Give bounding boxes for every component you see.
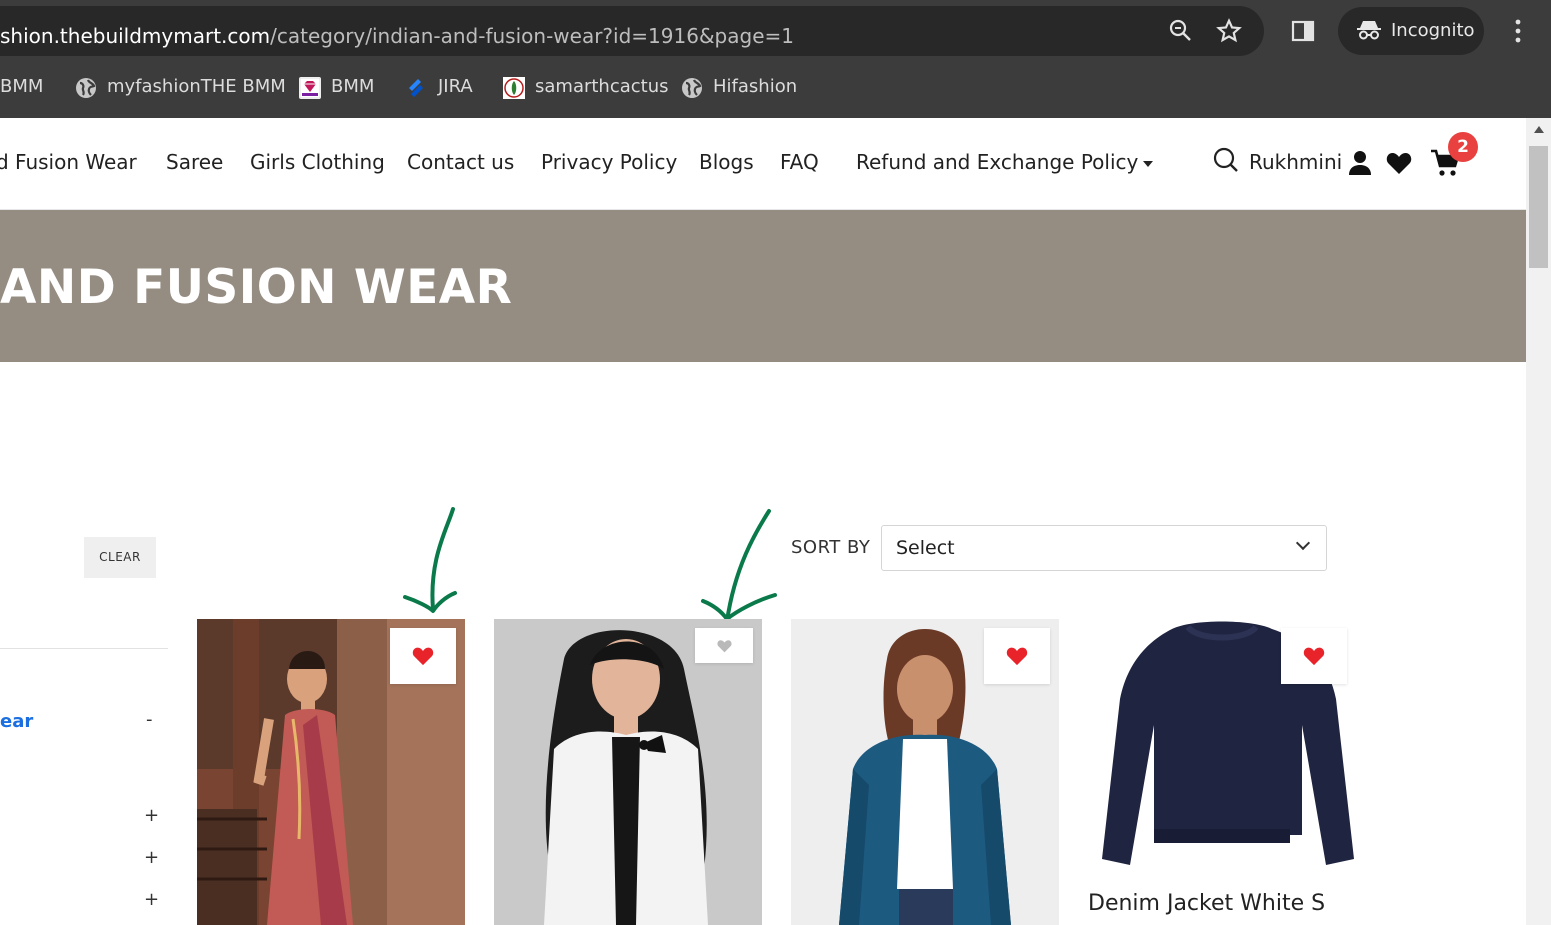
search-icon[interactable] bbox=[1212, 146, 1240, 178]
address-bar[interactable]: shion.thebuildmymart.com/category/indian… bbox=[0, 6, 1264, 56]
scroll-up-arrow-icon[interactable] bbox=[1534, 126, 1544, 133]
sort-selected-value: Select bbox=[896, 537, 955, 559]
product-card[interactable] bbox=[494, 619, 762, 925]
bookmark-label: samarthcactus bbox=[535, 76, 669, 97]
heart-icon bbox=[1303, 647, 1325, 666]
annotation-arrow bbox=[701, 509, 777, 623]
bookmark-label: myfashionTHE BMM bbox=[107, 76, 286, 97]
bookmark-label: BMM bbox=[331, 76, 375, 97]
url-text[interactable]: shion.thebuildmymart.com/category/indian… bbox=[0, 24, 794, 48]
chevron-down-icon bbox=[1295, 535, 1311, 551]
expand-toggle[interactable]: + bbox=[144, 889, 159, 910]
bookmark-label: Hifashion bbox=[713, 76, 798, 97]
expand-toggle[interactable]: + bbox=[144, 805, 159, 826]
heart-icon bbox=[1006, 647, 1028, 666]
sidebar-category-active[interactable]: ear bbox=[0, 711, 33, 732]
page-scrollbar[interactable] bbox=[1526, 118, 1551, 925]
nav-item-refund-policy[interactable]: Refund and Exchange Policy bbox=[856, 150, 1154, 174]
sidebar-divider bbox=[0, 648, 168, 649]
bookmark-star-icon[interactable] bbox=[1216, 18, 1242, 50]
product-card[interactable] bbox=[791, 619, 1059, 925]
wishlist-heart-icon[interactable] bbox=[1386, 151, 1412, 179]
product-image-white-bolero[interactable] bbox=[494, 619, 762, 925]
nav-item-faq[interactable]: FAQ bbox=[780, 150, 819, 174]
browser-toolbar: shion.thebuildmymart.com/category/indian… bbox=[0, 0, 1551, 62]
nav-item-refund-label: Refund and Exchange Policy bbox=[856, 150, 1139, 174]
site-nav: d Fusion Wear Saree Girls Clothing Conta… bbox=[0, 118, 1526, 210]
incognito-icon bbox=[1356, 18, 1382, 47]
annotation-arrow bbox=[403, 507, 457, 613]
nav-item-blogs[interactable]: Blogs bbox=[699, 150, 754, 174]
heart-icon bbox=[412, 647, 434, 666]
kebab-menu-icon[interactable] bbox=[1509, 18, 1527, 50]
user-icon[interactable] bbox=[1348, 150, 1372, 180]
scroll-thumb[interactable] bbox=[1529, 146, 1548, 268]
globe-icon bbox=[681, 77, 703, 99]
expand-toggle[interactable]: + bbox=[144, 847, 159, 868]
category-banner: AND FUSION WEAR bbox=[0, 210, 1526, 362]
nav-item-contact-us[interactable]: Contact us bbox=[407, 150, 514, 174]
sort-by-label: SORT BY bbox=[791, 537, 871, 558]
zoom-icon[interactable] bbox=[1168, 18, 1192, 48]
incognito-label: Incognito bbox=[1391, 20, 1475, 41]
user-name[interactable]: Rukhmini bbox=[1249, 150, 1342, 174]
side-panel-icon[interactable] bbox=[1291, 19, 1315, 49]
nav-item-girls-clothing[interactable]: Girls Clothing bbox=[250, 150, 385, 174]
cart-count-badge: 2 bbox=[1448, 132, 1478, 162]
bookmarks-bar: BMM myfashionTHE BMM BMM JIRA samarthcac… bbox=[0, 62, 1551, 118]
url-path: /category/indian-and-fusion-wear?id=1916… bbox=[270, 24, 794, 48]
wishlist-button[interactable] bbox=[984, 628, 1050, 684]
page-title: AND FUSION WEAR bbox=[0, 260, 513, 315]
bookmark-label: BMM bbox=[0, 76, 44, 97]
nav-item-saree[interactable]: Saree bbox=[166, 150, 223, 174]
wishlist-button[interactable] bbox=[390, 628, 456, 684]
wishlist-button[interactable] bbox=[695, 628, 753, 663]
collapse-toggle[interactable]: - bbox=[146, 709, 153, 730]
product-card[interactable] bbox=[197, 619, 465, 925]
incognito-indicator[interactable]: Incognito bbox=[1338, 7, 1484, 55]
bookmark-label: JIRA bbox=[438, 76, 473, 97]
globe-icon bbox=[75, 77, 97, 99]
url-host: shion.thebuildmymart.com bbox=[0, 24, 271, 48]
bmm-logo-icon bbox=[299, 77, 321, 99]
jira-icon bbox=[406, 77, 428, 99]
heart-icon bbox=[717, 640, 732, 653]
cactus-logo-icon bbox=[503, 77, 525, 99]
wishlist-button[interactable] bbox=[1281, 628, 1347, 684]
product-card[interactable] bbox=[1088, 619, 1356, 871]
nav-item-privacy-policy[interactable]: Privacy Policy bbox=[541, 150, 677, 174]
clear-filters-button[interactable]: CLEAR bbox=[84, 537, 156, 578]
product-title[interactable]: Denim Jacket White S bbox=[1088, 891, 1325, 916]
sort-select[interactable]: Select bbox=[881, 525, 1327, 571]
nav-item-indian-fusion-wear[interactable]: d Fusion Wear bbox=[0, 150, 137, 174]
dropdown-caret-icon bbox=[1143, 160, 1154, 167]
